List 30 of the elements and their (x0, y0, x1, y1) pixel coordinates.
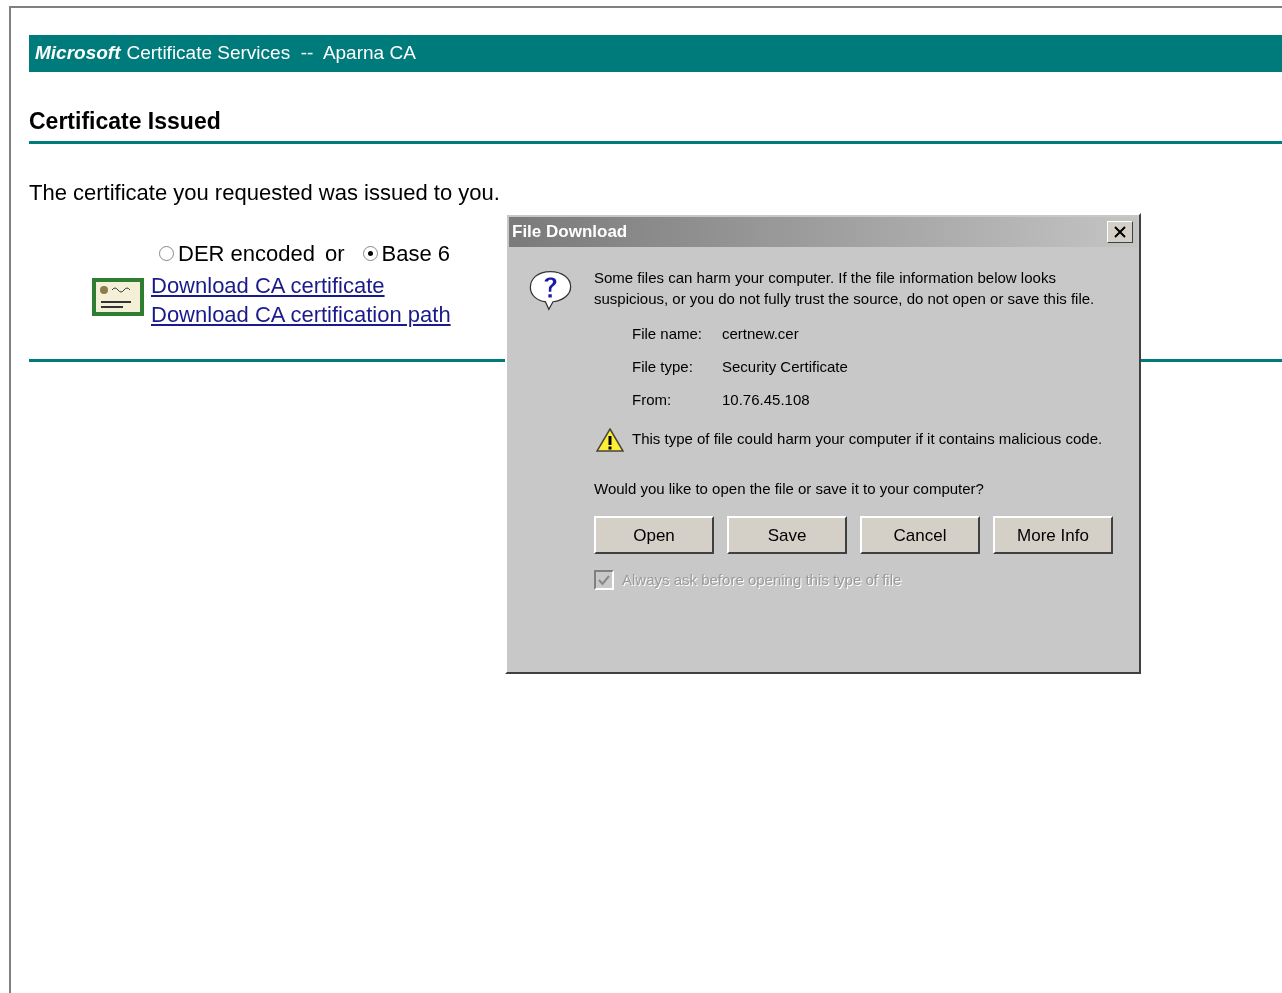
caution-text: This type of file could harm your computer if it contains malicious code. (632, 429, 1103, 449)
radio-label: Base 6 (381, 240, 451, 268)
field-value: 10.76.45.108 (722, 390, 810, 410)
warning-icon (596, 428, 624, 452)
download-link[interactable]: Download CA certification path (151, 299, 451, 329)
radio-button[interactable] (362, 246, 378, 261)
dialog-button[interactable]: Cancel (860, 516, 980, 554)
message-text: The certificate you requested was issued to you. (29, 179, 500, 205)
field-label: File name: (632, 324, 704, 344)
question-text: Would you like to open the file or save it to your computer? (594, 479, 985, 499)
download-link[interactable]: Download CA certificate (151, 270, 451, 300)
field-label: File type: (632, 357, 694, 377)
dialog-button[interactable]: Save (727, 516, 847, 554)
radio-button[interactable] (159, 246, 174, 261)
page-heading: Certificate Issued (29, 108, 221, 134)
close-icon (1114, 226, 1126, 238)
brand-name: Microsoft (35, 41, 121, 66)
field-value: Security Certificate (722, 357, 848, 377)
check-icon (598, 573, 610, 586)
field-value: certnew.cer (722, 324, 799, 344)
close-button[interactable] (1107, 221, 1133, 243)
certificate-icon (91, 276, 145, 317)
field-label: From: (632, 390, 673, 410)
banner-title: Certificate Services -- Aparna CA (126, 41, 416, 66)
warning-text: Some files can harm your computer. If the file information below looks suspicious, or you do not fully trust the source, do not open or save this file. (594, 268, 1096, 309)
dialog-button[interactable]: Open (594, 516, 714, 554)
dialog-title: File Download (512, 221, 628, 244)
dialog-button[interactable]: More Info (993, 516, 1113, 554)
separator-text: or (325, 240, 345, 268)
radio-label: DER encoded (178, 240, 315, 268)
